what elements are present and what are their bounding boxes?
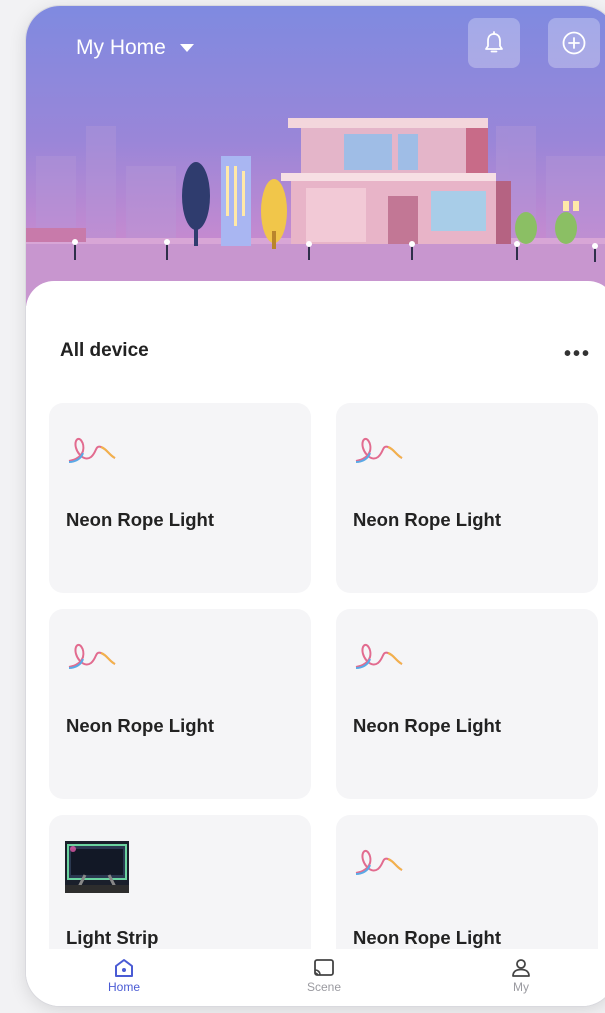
caret-down-icon [179, 44, 194, 52]
tab-home[interactable]: Home [84, 949, 164, 994]
neon-rope-icon [68, 437, 116, 463]
tab-bar: Home Scene My [26, 949, 605, 1006]
device-name: Neon Rope Light [353, 715, 501, 736]
home-selector[interactable]: My Home [76, 36, 194, 60]
notifications-button[interactable] [468, 18, 520, 68]
neon-rope-icon [355, 849, 403, 875]
scene-cast-icon [314, 959, 334, 976]
device-card[interactable]: Neon Rope Light [336, 403, 598, 593]
add-circle-icon [562, 31, 586, 55]
home-name: My Home [76, 36, 166, 59]
device-card[interactable]: Neon Rope Light [49, 403, 311, 593]
tab-label: Scene [306, 980, 342, 994]
device-name: Neon Rope Light [353, 509, 501, 530]
device-name: Light Strip [66, 927, 159, 948]
bell-icon [485, 31, 503, 53]
neon-rope-icon [355, 643, 403, 669]
add-device-button[interactable] [548, 18, 600, 68]
device-name: Neon Rope Light [66, 509, 214, 530]
device-card[interactable]: Neon Rope Light [336, 609, 598, 799]
home-icon [115, 959, 133, 977]
tab-label: My [513, 980, 529, 994]
neon-rope-icon [355, 437, 403, 463]
device-card[interactable]: Neon Rope Light [49, 609, 311, 799]
hero-banner: My Home [26, 6, 605, 306]
device-name: Neon Rope Light [66, 715, 214, 736]
tab-my[interactable]: My [481, 949, 561, 994]
light-strip-thumbnail [65, 841, 129, 893]
device-name: Neon Rope Light [353, 927, 501, 948]
app-screen: My Home All device ••• Neon Rope Light N… [26, 6, 605, 1006]
tab-label: Home [107, 980, 140, 994]
section-title: All device [60, 340, 149, 361]
more-dots-icon[interactable]: ••• [564, 343, 591, 366]
person-icon [512, 959, 530, 977]
neon-rope-icon [68, 643, 116, 669]
tab-scene[interactable]: Scene [284, 949, 364, 994]
